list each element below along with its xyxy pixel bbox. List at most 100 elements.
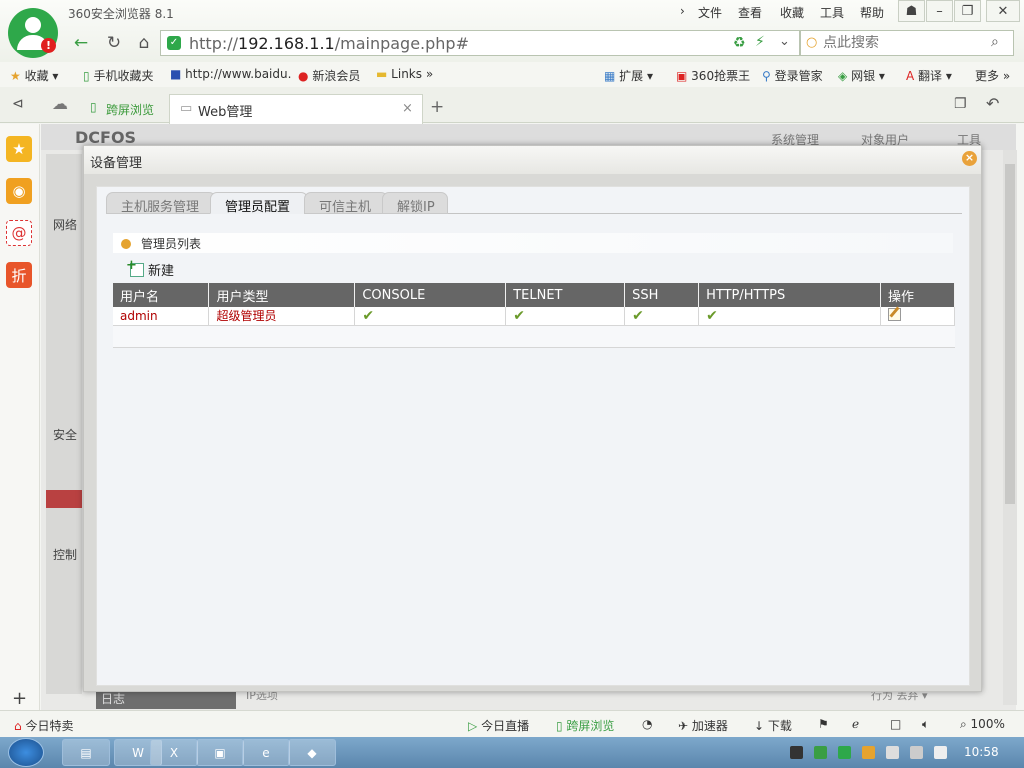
tab-host-service[interactable]: 主机服务管理 [106, 192, 216, 215]
flag-icon[interactable]: ⚑ [818, 717, 829, 731]
tray-icon-4[interactable] [862, 746, 875, 759]
excel-icon[interactable]: X [150, 739, 198, 766]
maximize-icon[interactable]: ❐ [954, 0, 981, 22]
weibo-icon[interactable]: ◉ [6, 178, 32, 204]
menu-tools[interactable]: 工具 [820, 4, 844, 21]
scrollbar-thumb[interactable] [1005, 164, 1015, 504]
app-taskbar-icon[interactable]: ◆ [288, 739, 336, 766]
bookmark-mobile[interactable]: ▯ 手机收藏夹 [83, 67, 153, 84]
bookmark-translate[interactable]: A 翻译 ▾ [906, 67, 952, 84]
refresh-icon[interactable]: ↻ [101, 31, 127, 55]
undo-close-icon[interactable]: ↶ [986, 94, 999, 113]
bookmark-ticket[interactable]: ▣ 360抢票王 [676, 67, 750, 84]
address-bar[interactable]: ✓ http://192.168.1.1/mainpage.php# ♻ ⚡ ⌄ [160, 30, 800, 56]
new-tab-icon[interactable]: + [430, 97, 444, 117]
sidebar-toggle-icon[interactable]: ⊲ [12, 96, 24, 112]
zoom-control[interactable]: ⌕ 100% [960, 717, 1005, 732]
bookmark-bank[interactable]: ◈ 网银 ▾ [838, 67, 885, 84]
cmd-icon[interactable]: ▣ [196, 739, 244, 766]
tab-unlock-ip[interactable]: 解锁IP [382, 192, 448, 215]
page-icon: ▭ [180, 101, 193, 116]
browser-taskbar-icon[interactable]: e [242, 739, 290, 766]
section-title: 管理员列表 [141, 237, 202, 251]
add-sidebar-icon[interactable]: + [12, 688, 27, 709]
phone-icon: ▯ [90, 100, 97, 114]
minimize-icon[interactable]: – [926, 0, 953, 22]
search-input[interactable] [823, 35, 983, 51]
browser-logo-icon[interactable]: ! [8, 8, 58, 58]
bookmark-extensions[interactable]: ▦ 扩展 ▾ [604, 67, 653, 84]
section-bullet-icon [121, 239, 131, 249]
search-icon[interactable]: ⌕ [991, 34, 999, 50]
close-tab-icon[interactable]: × [402, 101, 413, 116]
search-box[interactable]: ○ ⌕ [800, 30, 1014, 56]
device-management-dialog: 设备管理 × 主机服务管理 管理员配置 可信主机 解锁IP 管理员列表 新建 用… [83, 145, 982, 692]
bookmark-login-manager[interactable]: ⚲ 登录管家 [762, 67, 823, 84]
search-engine-icon[interactable]: ○ [806, 35, 817, 50]
tray-network-icon[interactable] [910, 746, 923, 759]
menu-view[interactable]: 查看 [738, 4, 762, 21]
skin-icon[interactable]: ☗ [898, 0, 925, 22]
browser-sidebar: ★ ◉ @ 折 + [0, 124, 40, 710]
bg-section-network: 网络 [53, 218, 78, 232]
today-sale-link[interactable]: ⌂ 今日特卖 [14, 717, 73, 734]
tab-trusted-host[interactable]: 可信主机 [304, 192, 388, 215]
menu-file[interactable]: 文件 [698, 4, 722, 21]
bookmark-baidu[interactable]: ■ http://www.baidu. [170, 67, 291, 81]
accelerator-link[interactable]: ✈ 加速器 [678, 717, 728, 734]
menu-expand-icon[interactable]: › [680, 4, 685, 18]
tab-cross-screen[interactable]: ▯ 跨屏浏览 [86, 94, 164, 122]
close-window-icon[interactable]: ✕ [986, 0, 1020, 22]
discount-icon[interactable]: 折 [6, 262, 32, 288]
bookmarks-bar: ★ 收藏 ▾ ▯ 手机收藏夹 ■ http://www.baidu. ● 新浪会… [0, 62, 1024, 87]
http-check-icon: ✔ [698, 307, 881, 326]
lightning-icon[interactable]: ⚡ [755, 34, 765, 50]
table-empty-row [113, 325, 955, 348]
status-icon-1[interactable]: ◔ [642, 717, 652, 731]
download-link[interactable]: ↓ 下载 [754, 717, 792, 734]
bookmark-favorites[interactable]: ★ 收藏 ▾ [10, 67, 58, 84]
cloud-icon[interactable]: ☁ [52, 94, 68, 113]
url-text[interactable]: http://192.168.1.1/mainpage.php# [189, 34, 469, 53]
back-icon[interactable]: ← [68, 31, 94, 55]
explorer-icon[interactable]: ▤ [62, 739, 110, 766]
edit-icon[interactable] [888, 307, 901, 321]
tray-icon-5[interactable] [886, 746, 899, 759]
tray-icon-2[interactable] [814, 746, 827, 759]
cell-username: admin [113, 307, 210, 326]
cross-screen-link[interactable]: ▯ 跨屏浏览 [556, 717, 614, 734]
bookmark-sina[interactable]: ● 新浪会员 [298, 67, 360, 84]
app-title: 360安全浏览器 8.1 [68, 7, 174, 21]
tab-web-admin[interactable]: ▭ Web管理 × [169, 94, 423, 124]
menu-favorites[interactable]: 收藏 [780, 4, 804, 21]
sound-icon[interactable]: 🔈︎ [922, 717, 929, 732]
home-icon[interactable]: ⌂ [131, 31, 157, 55]
dialog-titlebar[interactable]: 设备管理 × [84, 146, 981, 174]
tray-shield-icon[interactable] [838, 746, 851, 759]
favorites-star-icon[interactable]: ★ [6, 136, 32, 162]
bg-nav [46, 154, 82, 694]
window-icon[interactable]: □ [890, 717, 901, 731]
new-admin-button[interactable]: 新建 [126, 258, 174, 279]
live-link[interactable]: ▷ 今日直播 [468, 717, 529, 734]
bg-section-security: 安全 [53, 428, 78, 442]
page-scrollbar[interactable] [1003, 150, 1017, 705]
console-check-icon: ✔ [354, 307, 507, 326]
tab-admin-config[interactable]: 管理员配置 [210, 192, 308, 215]
dropdown-chevron-icon[interactable]: ⌄ [779, 34, 790, 49]
start-button[interactable] [8, 738, 44, 767]
bookmark-more[interactable]: 更多 » [975, 67, 1010, 84]
dialog-close-icon[interactable]: × [962, 151, 977, 166]
tray-icon-1[interactable] [790, 746, 803, 759]
tray-volume-icon[interactable] [934, 746, 947, 759]
security-shield-icon: ✓ [167, 36, 181, 50]
bookmark-links[interactable]: ▬ Links » [376, 67, 433, 81]
browser-titlebar: ! 360安全浏览器 8.1 › 文件 查看 收藏 工具 帮助 ☗ – ❐ ✕ … [0, 0, 1024, 62]
recycle-icon[interactable]: ♻ [733, 35, 746, 51]
clock[interactable]: 10:58 [964, 745, 999, 759]
restore-tab-icon[interactable]: ❐ [954, 96, 967, 112]
ie-icon[interactable]: ℯ [852, 717, 859, 731]
alert-badge-icon: ! [41, 38, 56, 53]
menu-help[interactable]: 帮助 [860, 4, 884, 21]
mail-icon[interactable]: @ [6, 220, 32, 246]
